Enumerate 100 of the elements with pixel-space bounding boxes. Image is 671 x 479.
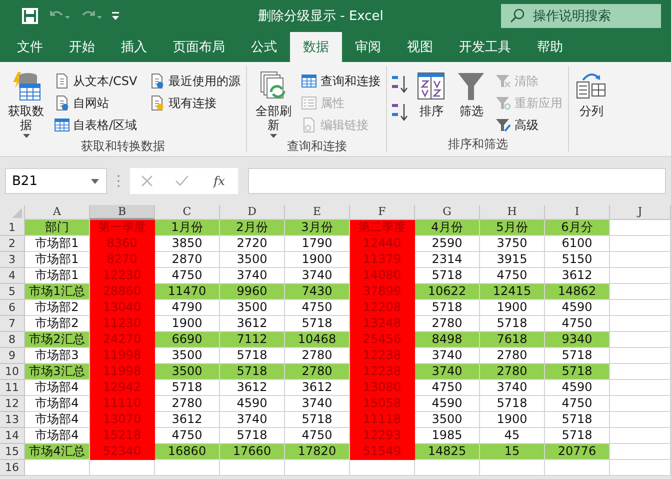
table-cell: 11998 bbox=[90, 364, 155, 380]
table-cell: 5718 bbox=[545, 364, 610, 380]
ribbon-button[interactable]: 排序 bbox=[413, 70, 450, 118]
row-header[interactable]: 12 bbox=[0, 396, 25, 412]
search-field[interactable]: 操作说明搜索 bbox=[501, 4, 661, 28]
table-cell: 4590 bbox=[545, 380, 610, 396]
empty-cell bbox=[610, 252, 671, 268]
ribbon-button[interactable]: 高级 bbox=[493, 114, 564, 136]
ribbon-button[interactable]: 获取数据 bbox=[4, 70, 48, 138]
save-icon[interactable] bbox=[22, 8, 38, 24]
sort-descending-icon[interactable] bbox=[391, 102, 410, 122]
empty-cell bbox=[155, 460, 220, 476]
ribbon-tab[interactable]: 页面布局 bbox=[160, 32, 238, 62]
table-cell: 6690 bbox=[155, 332, 220, 348]
row-header[interactable]: 8 bbox=[0, 332, 25, 348]
table-cell: 市场4汇总 bbox=[25, 444, 90, 460]
column-header[interactable]: F bbox=[350, 205, 415, 220]
row-header[interactable]: 14 bbox=[0, 428, 25, 444]
empty-cell bbox=[610, 236, 671, 252]
row-header[interactable]: 6 bbox=[0, 300, 25, 316]
ribbon-button[interactable]: 从文本/CSV bbox=[52, 70, 140, 92]
table-cell: 12208 bbox=[350, 300, 415, 316]
row-header[interactable]: 4 bbox=[0, 268, 25, 284]
row-header[interactable]: 16 bbox=[0, 460, 25, 476]
document-icon bbox=[149, 73, 166, 89]
row-header[interactable]: 15 bbox=[0, 444, 25, 460]
row-header[interactable]: 2 bbox=[0, 236, 25, 252]
table-cell: 3500 bbox=[155, 364, 220, 380]
table-cell: 3915 bbox=[480, 252, 545, 268]
column-header[interactable]: A bbox=[25, 205, 90, 220]
column-header[interactable]: D bbox=[220, 205, 285, 220]
table-cell: 12230 bbox=[90, 268, 155, 284]
sort-ascending-icon[interactable] bbox=[391, 74, 410, 94]
ribbon-tab[interactable]: 视图 bbox=[394, 32, 446, 62]
column-header[interactable]: G bbox=[415, 205, 480, 220]
column-header[interactable]: H bbox=[480, 205, 545, 220]
row-header[interactable]: 13 bbox=[0, 412, 25, 428]
table-cell: 4750 bbox=[415, 380, 480, 396]
select-all-icon[interactable] bbox=[12, 208, 22, 218]
table-cell: 2780 bbox=[480, 364, 545, 380]
ribbon-button[interactable]: 自网站 bbox=[52, 92, 140, 114]
name-box[interactable]: B21 bbox=[5, 168, 107, 194]
ribbon-button[interactable]: 最近使用的源 bbox=[147, 70, 242, 92]
table-cell: 2780 bbox=[155, 396, 220, 412]
ribbon-tab[interactable]: 文件 bbox=[4, 32, 56, 62]
empty-cell bbox=[610, 460, 671, 476]
empty-cell bbox=[610, 412, 671, 428]
table-cell: 5718 bbox=[415, 300, 480, 316]
table-cell: 3740 bbox=[480, 380, 545, 396]
ribbon-tab[interactable]: 帮助 bbox=[524, 32, 576, 62]
table-cell: 8498 bbox=[415, 332, 480, 348]
formula-field[interactable] bbox=[248, 168, 666, 194]
ribbon-button[interactable]: 现有连接 bbox=[147, 92, 242, 114]
row-header[interactable]: 5 bbox=[0, 284, 25, 300]
table-cell: 7430 bbox=[285, 284, 350, 300]
table-cell: 2870 bbox=[155, 252, 220, 268]
filter-icon bbox=[495, 73, 512, 89]
ribbon-tab[interactable]: 开始 bbox=[56, 32, 108, 62]
table-cell: 8360 bbox=[90, 236, 155, 252]
table-cell: 17820 bbox=[285, 444, 350, 460]
table-cell: 13040 bbox=[90, 300, 155, 316]
ribbon-tab[interactable]: 开发工具 bbox=[446, 32, 524, 62]
ribbon-button[interactable]: 自表格/区域 bbox=[52, 114, 140, 136]
insert-function-button[interactable]: fx bbox=[212, 174, 227, 188]
row-header[interactable]: 11 bbox=[0, 380, 25, 396]
table-cell: 9340 bbox=[545, 332, 610, 348]
table-cell: 市场3汇总 bbox=[25, 364, 90, 380]
check-icon[interactable] bbox=[175, 175, 190, 187]
column-header[interactable]: B bbox=[90, 205, 155, 220]
ribbon-button[interactable]: 分列 bbox=[573, 70, 610, 118]
ribbon-tab[interactable]: 数据 bbox=[290, 32, 342, 62]
ribbon-button[interactable]: 查询和连接 bbox=[299, 70, 382, 92]
table-cell: 市场1汇总 bbox=[25, 284, 90, 300]
column-header[interactable]: C bbox=[155, 205, 220, 220]
table-cell: 3月份 bbox=[285, 220, 350, 236]
row-header[interactable]: 3 bbox=[0, 252, 25, 268]
table-cell: 4590 bbox=[415, 396, 480, 412]
column-header[interactable]: J bbox=[610, 205, 671, 220]
cancel-icon[interactable] bbox=[141, 175, 154, 187]
row-header[interactable]: 10 bbox=[0, 364, 25, 380]
table-cell: 1900 bbox=[480, 412, 545, 428]
filter-icon bbox=[495, 95, 512, 111]
column-header[interactable]: E bbox=[285, 205, 350, 220]
table-cell: 9960 bbox=[220, 284, 285, 300]
ribbon-tab[interactable]: 审阅 bbox=[342, 32, 394, 62]
ribbon-tab[interactable]: 公式 bbox=[238, 32, 290, 62]
table-cell: 11998 bbox=[90, 348, 155, 364]
table-cell: 12942 bbox=[90, 380, 155, 396]
table-cell: 10622 bbox=[415, 284, 480, 300]
customize-icon[interactable] bbox=[112, 11, 120, 21]
table-cell: 第一季度 bbox=[90, 220, 155, 236]
ribbon-tab[interactable]: 插入 bbox=[108, 32, 160, 62]
row-header[interactable]: 7 bbox=[0, 316, 25, 332]
table-cell: 8270 bbox=[90, 252, 155, 268]
ribbon-button[interactable]: 筛选 bbox=[453, 70, 490, 118]
column-header[interactable]: I bbox=[545, 205, 610, 220]
row-header[interactable]: 9 bbox=[0, 348, 25, 364]
row-header[interactable]: 1 bbox=[0, 220, 25, 236]
empty-cell bbox=[350, 460, 415, 476]
ribbon-button[interactable]: 全部刷新 bbox=[251, 70, 296, 138]
